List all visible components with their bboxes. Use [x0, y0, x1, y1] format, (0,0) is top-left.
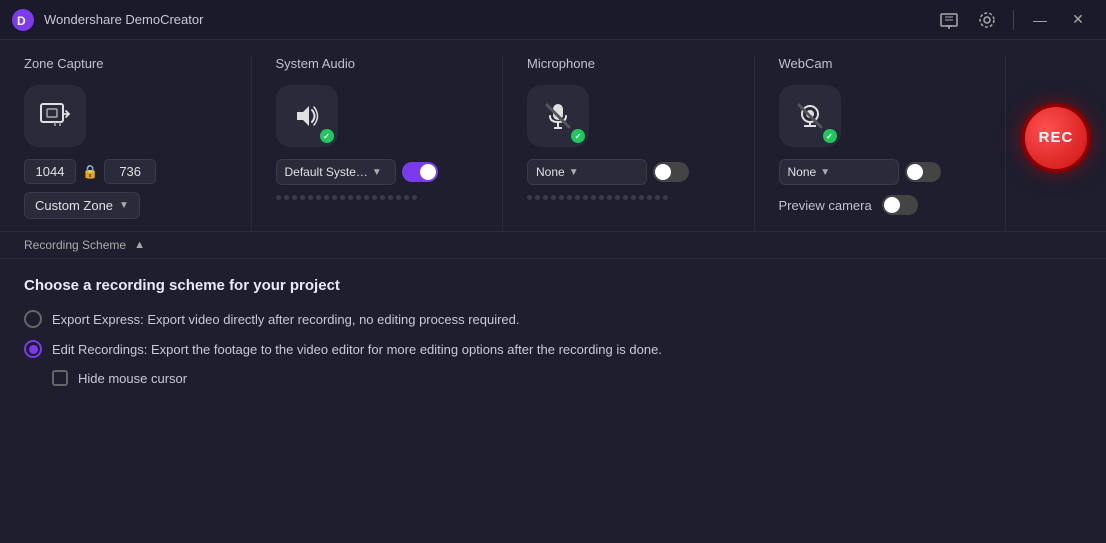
radio-inner: [29, 345, 38, 354]
webcam-label: WebCam: [779, 56, 982, 71]
recording-scheme-label: Recording Scheme: [24, 238, 126, 252]
webcam-panel: WebCam None ▼: [755, 56, 1007, 231]
webcam-dropdown[interactable]: None ▼: [779, 159, 899, 185]
svg-text:D: D: [17, 14, 26, 28]
microphone-icon-box[interactable]: [527, 85, 589, 147]
option2-radio[interactable]: [24, 340, 42, 358]
webcam-status: [823, 129, 837, 143]
microphone-panel: Microphone None ▼: [503, 56, 755, 231]
checkbox-row: Hide mouse cursor: [52, 370, 1082, 386]
minimize-button[interactable]: —: [1024, 4, 1056, 36]
height-input[interactable]: 736: [104, 159, 156, 184]
rec-panel: REC: [1006, 56, 1106, 231]
dropdown-arrow: ▼: [119, 200, 129, 211]
webcam-value: None: [788, 165, 817, 179]
zone-capture-label: Zone Capture: [24, 56, 227, 71]
custom-zone-dropdown[interactable]: Custom Zone ▼: [24, 192, 140, 219]
option2-row: Edit Recordings: Export the footage to t…: [24, 340, 1082, 358]
webcam-toggle[interactable]: [905, 162, 941, 182]
option2-text: Edit Recordings: Export the footage to t…: [52, 342, 662, 357]
option1-row: Export Express: Export video directly af…: [24, 310, 1082, 328]
webcam-dropdown-row: None ▼: [779, 159, 982, 185]
zone-capture-panel: Zone Capture 1044 🔒 736 Custom Zone ▼: [0, 56, 252, 231]
main-content: Zone Capture 1044 🔒 736 Custom Zone ▼: [0, 40, 1106, 543]
webcam-toggle-thumb: [907, 164, 923, 180]
size-row: 1044 🔒 736: [24, 159, 227, 184]
mic-value: None: [536, 165, 565, 179]
choose-title: Choose a recording scheme for your proje…: [24, 277, 1082, 294]
microphone-dropdown[interactable]: None ▼: [527, 159, 647, 185]
rec-button[interactable]: REC: [1021, 103, 1091, 173]
lock-icon: 🔒: [82, 164, 98, 180]
system-audio-label: System Audio: [276, 56, 479, 71]
rec-label: REC: [1039, 129, 1074, 146]
zone-capture-icon-box[interactable]: [24, 85, 86, 147]
microphone-toggle[interactable]: [653, 162, 689, 182]
custom-zone-value: Custom Zone: [35, 198, 113, 213]
option1-radio[interactable]: [24, 310, 42, 328]
hide-cursor-checkbox[interactable]: [52, 370, 68, 386]
system-audio-toggle[interactable]: [402, 162, 438, 182]
system-audio-value: Default Syste…: [285, 165, 368, 179]
microphone-status: [571, 129, 585, 143]
separator: [1013, 10, 1014, 30]
system-audio-panel: System Audio Default Syste… ▼: [252, 56, 504, 231]
custom-zone-row: Custom Zone ▼: [24, 192, 227, 219]
toggle-thumb: [420, 164, 436, 180]
webcam-icon-box[interactable]: [779, 85, 841, 147]
app-title: Wondershare DemoCreator: [44, 12, 933, 27]
recording-scheme-bar[interactable]: Recording Scheme ▲: [0, 232, 1106, 259]
preview-camera-row: Preview camera: [779, 195, 982, 215]
audio-dropdown-row: Default Syste… ▼: [276, 159, 479, 185]
microphone-label: Microphone: [527, 56, 730, 71]
option1-text: Export Express: Export video directly af…: [52, 312, 520, 327]
mic-toggle-thumb: [655, 164, 671, 180]
settings-icon[interactable]: [971, 4, 1003, 36]
bottom-section: Choose a recording scheme for your proje…: [0, 259, 1106, 543]
preview-camera-toggle[interactable]: [882, 195, 918, 215]
system-audio-dropdown[interactable]: Default Syste… ▼: [276, 159, 396, 185]
width-input[interactable]: 1044: [24, 159, 76, 184]
window-controls: — ✕: [933, 4, 1094, 36]
mic-dropdown-row: None ▼: [527, 159, 730, 185]
title-bar: D Wondershare DemoCreator — ✕: [0, 0, 1106, 40]
recording-scheme-arrow: ▲: [134, 239, 145, 251]
app-logo: D: [12, 9, 34, 31]
audio-level-dots: [276, 195, 479, 200]
system-audio-status: [320, 129, 334, 143]
preview-camera-label: Preview camera: [779, 198, 872, 213]
system-audio-icon-box[interactable]: [276, 85, 338, 147]
checkbox-label: Hide mouse cursor: [78, 371, 187, 386]
close-button[interactable]: ✕: [1062, 4, 1094, 36]
screen-capture-icon[interactable]: [933, 4, 965, 36]
preview-toggle-thumb: [884, 197, 900, 213]
top-section: Zone Capture 1044 🔒 736 Custom Zone ▼: [0, 40, 1106, 232]
mic-level-dots: [527, 195, 730, 200]
